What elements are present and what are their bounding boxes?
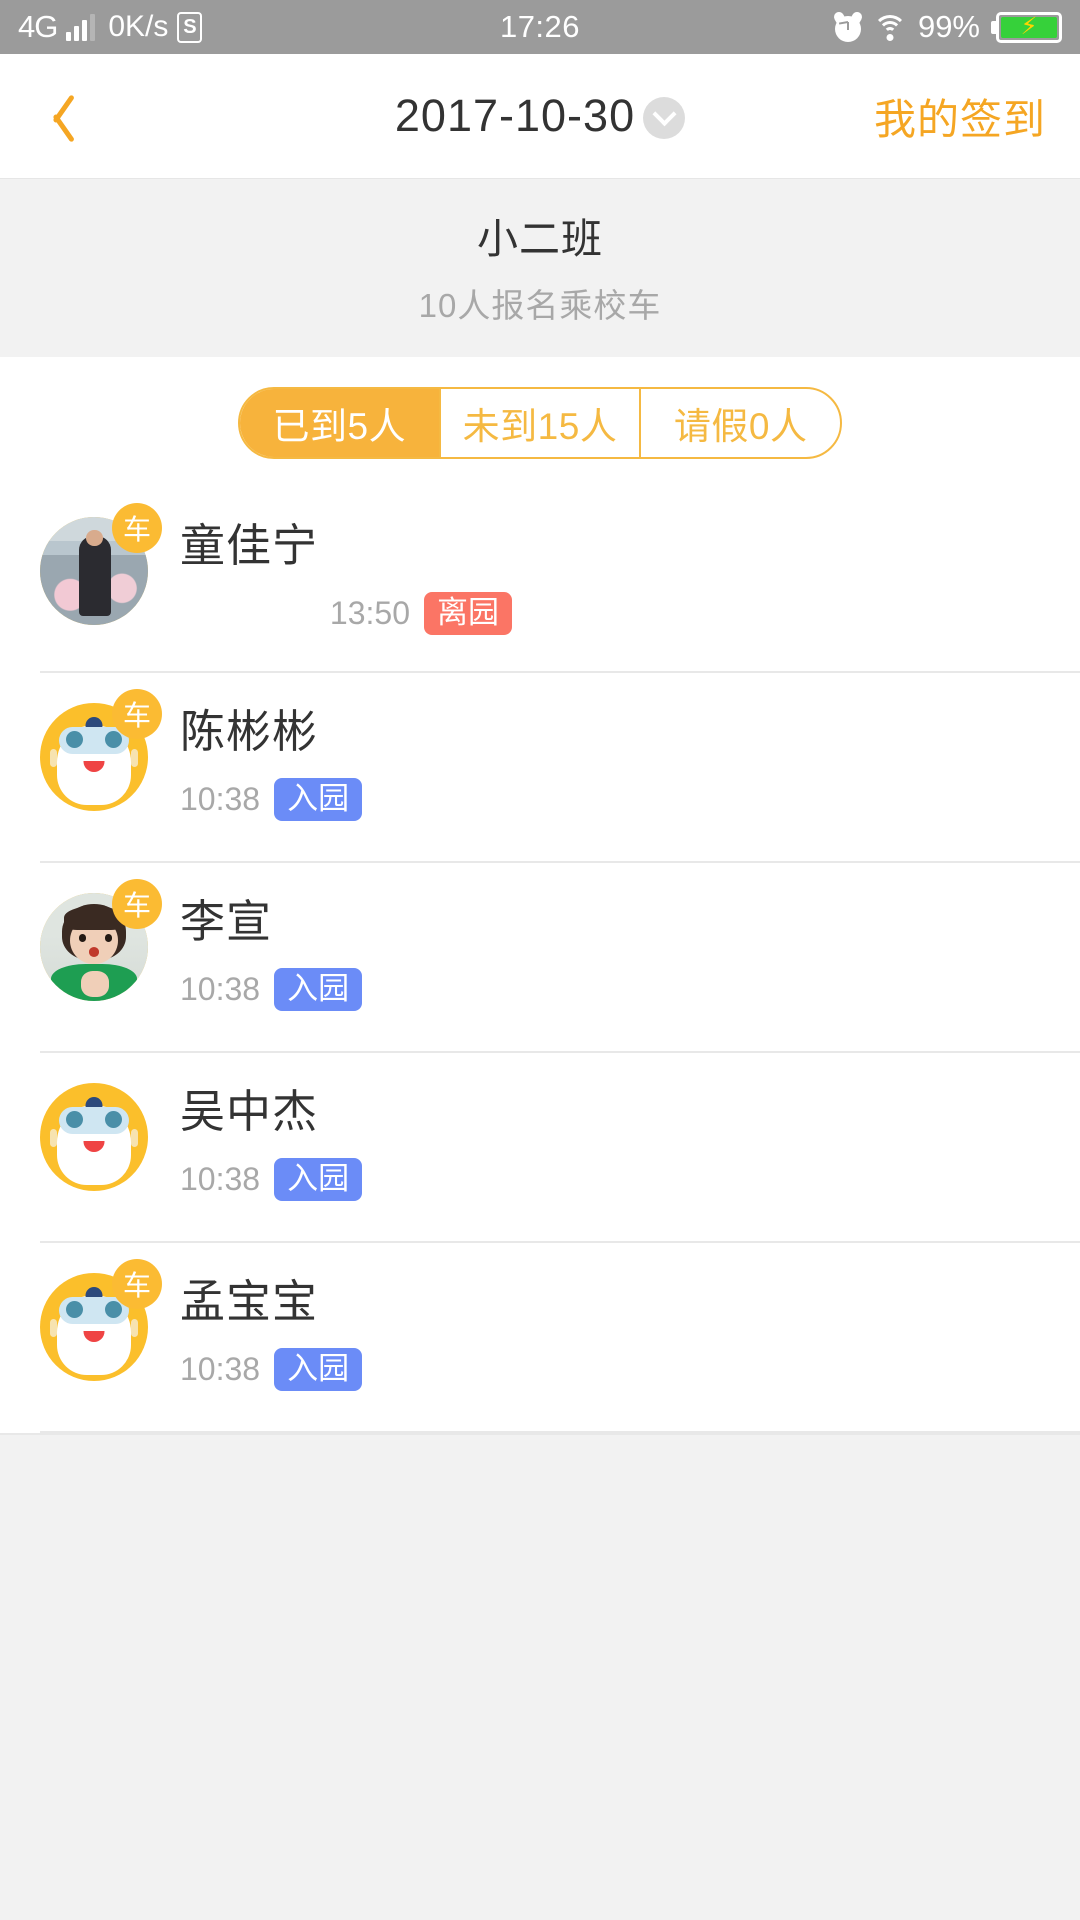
bus-badge-icon: 车 xyxy=(112,879,162,929)
status-bar-left: 4G 0K/s S xyxy=(18,9,203,45)
status-bar-right: 99% ⚡ xyxy=(832,9,1062,45)
tab-arrived[interactable]: 已到5人 xyxy=(240,389,439,457)
child-name-label: 陈彬彬 xyxy=(180,706,319,757)
avatar-wrapper[interactable] xyxy=(40,1083,148,1191)
network-type-label: 4G xyxy=(18,9,58,44)
page-title: 2017-10-30 xyxy=(394,90,636,141)
status-badge: 入园 xyxy=(274,968,363,1011)
s-badge-icon: S xyxy=(177,11,203,43)
child-name-label: 孟宝宝 xyxy=(180,1276,319,1327)
battery-charging-icon: ⚡ xyxy=(991,11,1062,43)
child-name-label: 李宣 xyxy=(180,896,273,947)
avatar-wrapper[interactable]: 车 xyxy=(40,879,162,1001)
status-badge: 离园 xyxy=(424,592,512,635)
row-meta: 10:38 入园 xyxy=(180,778,1040,821)
class-name-label: 小二班 xyxy=(477,216,603,262)
avatar-wrapper[interactable]: 车 xyxy=(40,1259,162,1381)
app-screen: 4G 0K/s S 17:26 99% ⚡ 2017-10-30 我的签到 小二… xyxy=(0,0,1080,1920)
avatar-wrapper[interactable]: 车 xyxy=(40,503,162,625)
class-header: 小二班 10人报名乘校车 xyxy=(0,178,1080,357)
row-body: 孟宝宝 10:38 入园 xyxy=(180,1243,1040,1391)
table-row[interactable]: 车 童佳宁 13:50 离园 xyxy=(0,487,1080,673)
table-row[interactable]: 吴中杰 10:38 入园 xyxy=(0,1053,1080,1243)
child-name-label: 吴中杰 xyxy=(180,1086,319,1137)
bus-badge-icon: 车 xyxy=(112,1259,162,1309)
class-subtitle-label: 10人报名乘校车 xyxy=(418,287,662,324)
status-badge: 入园 xyxy=(274,778,363,821)
navigation-bar: 2017-10-30 我的签到 xyxy=(0,54,1080,178)
table-row[interactable]: 车 陈彬彬 10:38 入园 xyxy=(0,673,1080,863)
tab-leave[interactable]: 请假0人 xyxy=(639,389,840,457)
checkin-time-label: 10:38 xyxy=(180,781,261,817)
attendance-list: 车 童佳宁 13:50 离园 车 陈彬彬 10:38 入园 车 李宣 10:38… xyxy=(0,487,1080,1433)
checkin-time-label: 10:38 xyxy=(180,971,261,1007)
status-badge: 入园 xyxy=(274,1158,363,1201)
row-body: 陈彬彬 10:38 入园 xyxy=(180,673,1040,821)
battery-percent-label: 99% xyxy=(917,9,980,44)
my-checkin-button[interactable]: 我的签到 xyxy=(874,86,1046,147)
checkin-time-label: 10:38 xyxy=(180,1161,261,1197)
avatar-wrapper[interactable]: 车 xyxy=(40,689,162,811)
avatar xyxy=(40,1083,148,1191)
tab-not-arrived[interactable]: 未到15人 xyxy=(438,389,640,457)
status-badge: 入园 xyxy=(274,1348,363,1391)
table-row[interactable]: 车 孟宝宝 10:38 入园 xyxy=(0,1243,1080,1433)
row-meta: 10:38 入园 xyxy=(180,1158,1040,1201)
row-meta: 13:50 离园 xyxy=(180,592,1040,635)
row-body: 童佳宁 13:50 离园 xyxy=(180,487,1040,635)
signal-bars-icon xyxy=(66,13,96,41)
checkin-time-label: 10:38 xyxy=(180,1351,261,1387)
attendance-segmented-control: 已到5人 未到15人 请假0人 xyxy=(238,387,842,459)
back-chevron-icon[interactable] xyxy=(34,86,94,146)
row-body: 吴中杰 10:38 入园 xyxy=(180,1053,1040,1201)
wifi-icon xyxy=(872,13,907,41)
bus-badge-icon: 车 xyxy=(112,503,162,553)
status-bar: 4G 0K/s S 17:26 99% ⚡ xyxy=(0,0,1080,54)
bus-badge-icon: 车 xyxy=(112,689,162,739)
chevron-down-icon[interactable] xyxy=(643,97,686,139)
alarm-clock-icon xyxy=(832,10,864,42)
table-row[interactable]: 车 李宣 10:38 入园 xyxy=(0,863,1080,1053)
checkin-time-label: 13:50 xyxy=(329,595,410,631)
row-meta: 10:38 入园 xyxy=(180,1348,1040,1391)
row-body: 李宣 10:38 入园 xyxy=(180,863,1040,1011)
network-speed-label: 0K/s xyxy=(108,10,169,43)
empty-area xyxy=(0,1435,1080,1920)
child-name-label: 童佳宁 xyxy=(180,520,319,571)
row-meta: 10:38 入园 xyxy=(180,968,1040,1011)
tabs-section: 已到5人 未到15人 请假0人 xyxy=(0,357,1080,487)
